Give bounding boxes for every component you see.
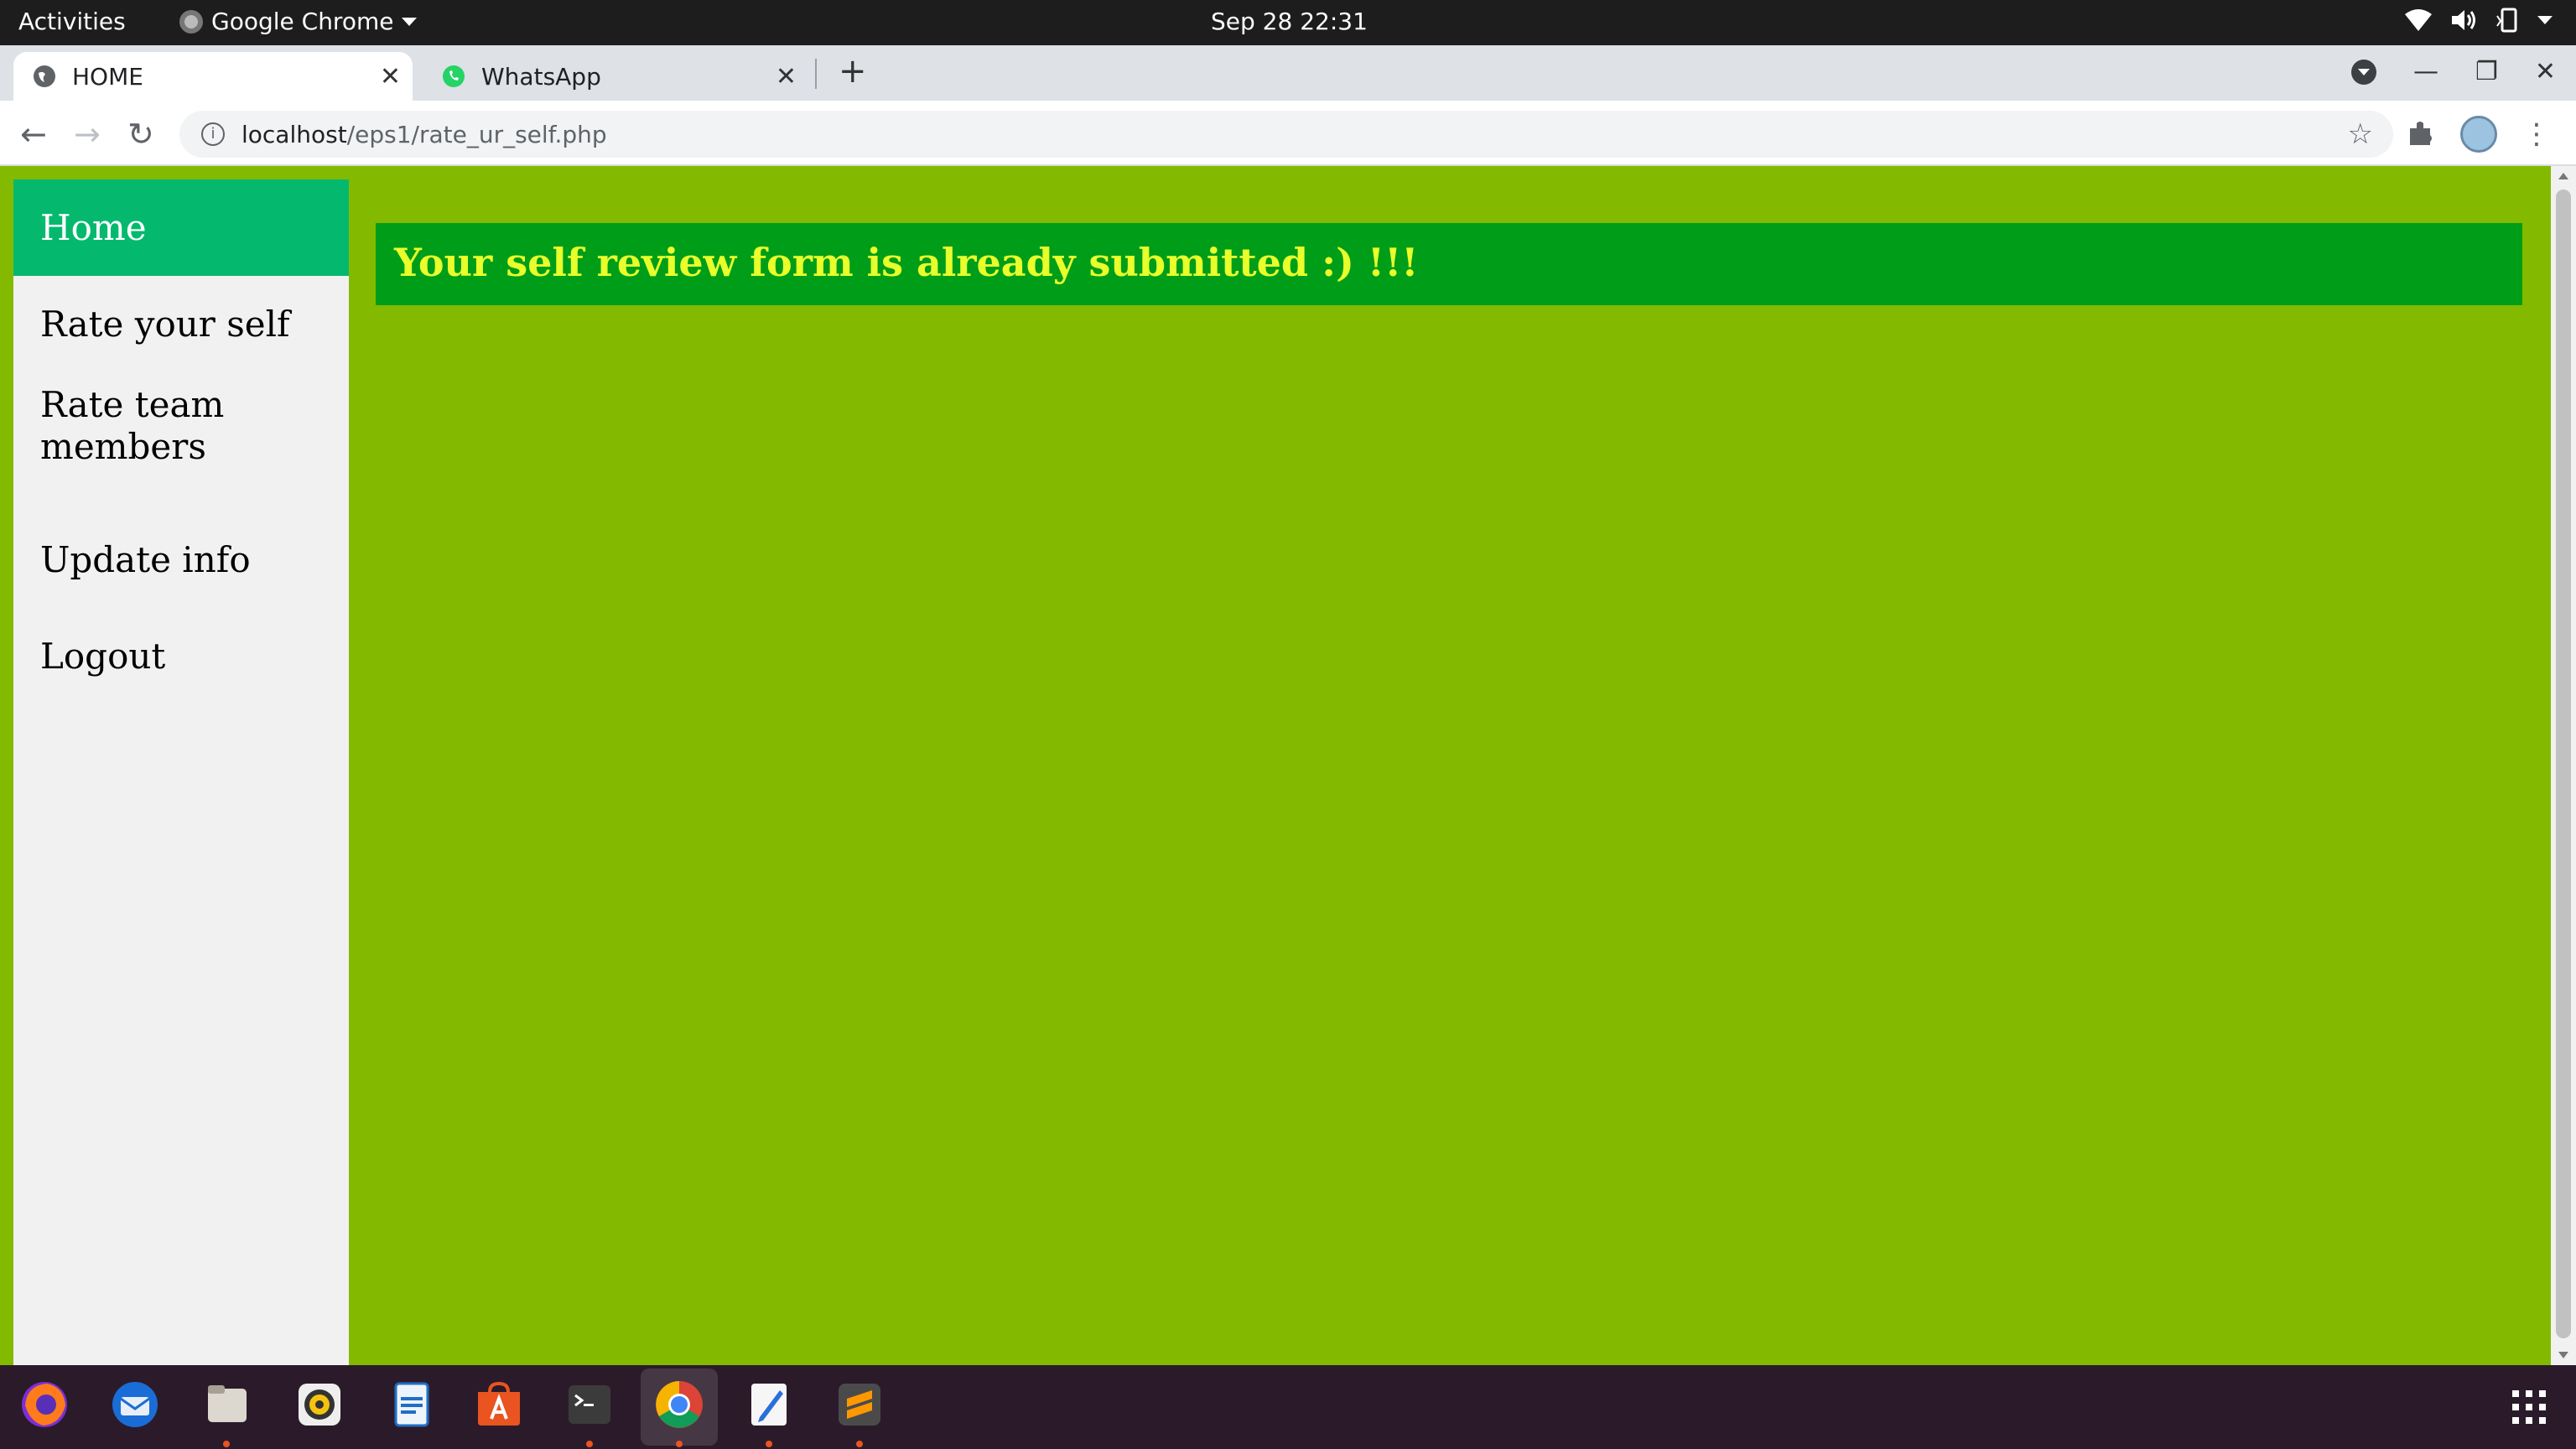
nav-logout[interactable]: Logout bbox=[13, 608, 349, 704]
system-top-bar: Activities Google Chrome Sep 28 22:31 bbox=[0, 0, 2576, 45]
tab-search-icon[interactable] bbox=[2350, 59, 2376, 85]
restore-icon[interactable]: ❐ bbox=[2475, 57, 2498, 86]
browser-toolbar: ← → ↻ i localhost /eps1/rate_ur_self.php… bbox=[0, 101, 2576, 166]
scroll-down-icon[interactable] bbox=[2558, 1352, 2568, 1358]
terminal-icon[interactable] bbox=[564, 1379, 615, 1431]
volume-icon bbox=[2452, 10, 2475, 30]
running-indicator bbox=[856, 1441, 863, 1447]
nav-home[interactable]: Home bbox=[13, 179, 349, 276]
thunderbird-icon[interactable] bbox=[109, 1379, 161, 1431]
activities-button[interactable]: Activities bbox=[18, 8, 126, 35]
sublime-icon[interactable] bbox=[834, 1379, 886, 1431]
site-info-icon[interactable]: i bbox=[201, 122, 225, 146]
app-menu-label: Google Chrome bbox=[211, 8, 394, 35]
close-window-icon[interactable]: ✕ bbox=[2535, 57, 2556, 86]
tab-strip: HOME ✕ WhatsApp ✕ bbox=[0, 45, 2576, 101]
nav-rate-team-members[interactable]: Rate team members bbox=[13, 372, 265, 512]
running-indicator bbox=[586, 1441, 593, 1447]
tab-whatsapp[interactable]: WhatsApp ✕ bbox=[423, 52, 808, 101]
running-indicator bbox=[223, 1441, 230, 1447]
wifi-icon bbox=[2405, 9, 2432, 31]
profile-avatar[interactable] bbox=[2460, 116, 2497, 153]
status-banner: Your self review form is already submitt… bbox=[376, 223, 2522, 305]
chrome-icon bbox=[179, 9, 203, 34]
scroll-thumb[interactable] bbox=[2556, 190, 2571, 1338]
reload-icon[interactable]: ↻ bbox=[127, 116, 154, 153]
app-menu[interactable]: Google Chrome bbox=[179, 8, 418, 35]
clock[interactable]: Sep 28 22:31 bbox=[1211, 8, 1368, 35]
bookmark-star-icon[interactable]: ☆ bbox=[2348, 117, 2373, 151]
new-tab-button[interactable]: + bbox=[839, 52, 867, 91]
chevron-down-icon bbox=[2537, 16, 2553, 24]
page-viewport: Home Rate your self Rate team members Up… bbox=[0, 166, 2576, 1365]
chevron-down-icon bbox=[402, 17, 418, 26]
minimize-icon[interactable]: — bbox=[2413, 57, 2438, 86]
sidebar-nav: Home Rate your self Rate team members Up… bbox=[13, 179, 349, 1365]
forward-icon[interactable]: → bbox=[74, 116, 101, 153]
tab-label: WhatsApp bbox=[481, 62, 601, 91]
whatsapp-icon bbox=[443, 65, 465, 87]
menu-kebab-icon[interactable]: ⋮ bbox=[2522, 117, 2551, 151]
status-message: Your self review form is already submitt… bbox=[394, 240, 1419, 285]
extensions-puzzle-icon[interactable] bbox=[2407, 120, 2435, 148]
scroll-up-icon[interactable] bbox=[2558, 173, 2568, 179]
battery-icon bbox=[2496, 8, 2517, 33]
nav-rate-your-self[interactable]: Rate your self bbox=[13, 276, 349, 372]
url-host: localhost bbox=[242, 120, 347, 148]
tab-separator bbox=[815, 59, 817, 89]
address-bar[interactable]: i localhost /eps1/rate_ur_self.php ☆ bbox=[179, 111, 2393, 158]
vertical-scrollbar[interactable] bbox=[2551, 166, 2576, 1365]
tab-label: HOME bbox=[72, 62, 143, 91]
firefox-icon[interactable] bbox=[18, 1379, 70, 1431]
show-applications-icon[interactable] bbox=[2512, 1390, 2546, 1424]
window-controls: — ❐ ✕ bbox=[2350, 57, 2556, 86]
chrome-icon[interactable] bbox=[653, 1379, 705, 1431]
writer-icon[interactable] bbox=[386, 1379, 438, 1431]
close-icon[interactable]: ✕ bbox=[776, 62, 797, 91]
software-icon[interactable] bbox=[473, 1379, 525, 1431]
nav-update-info[interactable]: Update info bbox=[13, 512, 349, 608]
dock bbox=[0, 1365, 2576, 1449]
extension-area: ⋮ bbox=[2407, 116, 2551, 153]
system-tray[interactable] bbox=[2405, 8, 2553, 33]
files-icon[interactable] bbox=[201, 1379, 253, 1431]
back-icon[interactable]: ← bbox=[20, 116, 47, 153]
url-path: /eps1/rate_ur_self.php bbox=[346, 120, 607, 148]
running-indicator bbox=[676, 1441, 683, 1447]
text-editor-icon[interactable] bbox=[743, 1379, 795, 1431]
tab-home[interactable]: HOME ✕ bbox=[13, 52, 413, 101]
rhythmbox-icon[interactable] bbox=[293, 1379, 345, 1431]
running-indicator bbox=[766, 1441, 772, 1447]
globe-icon bbox=[34, 65, 55, 87]
close-icon[interactable]: ✕ bbox=[380, 62, 401, 91]
